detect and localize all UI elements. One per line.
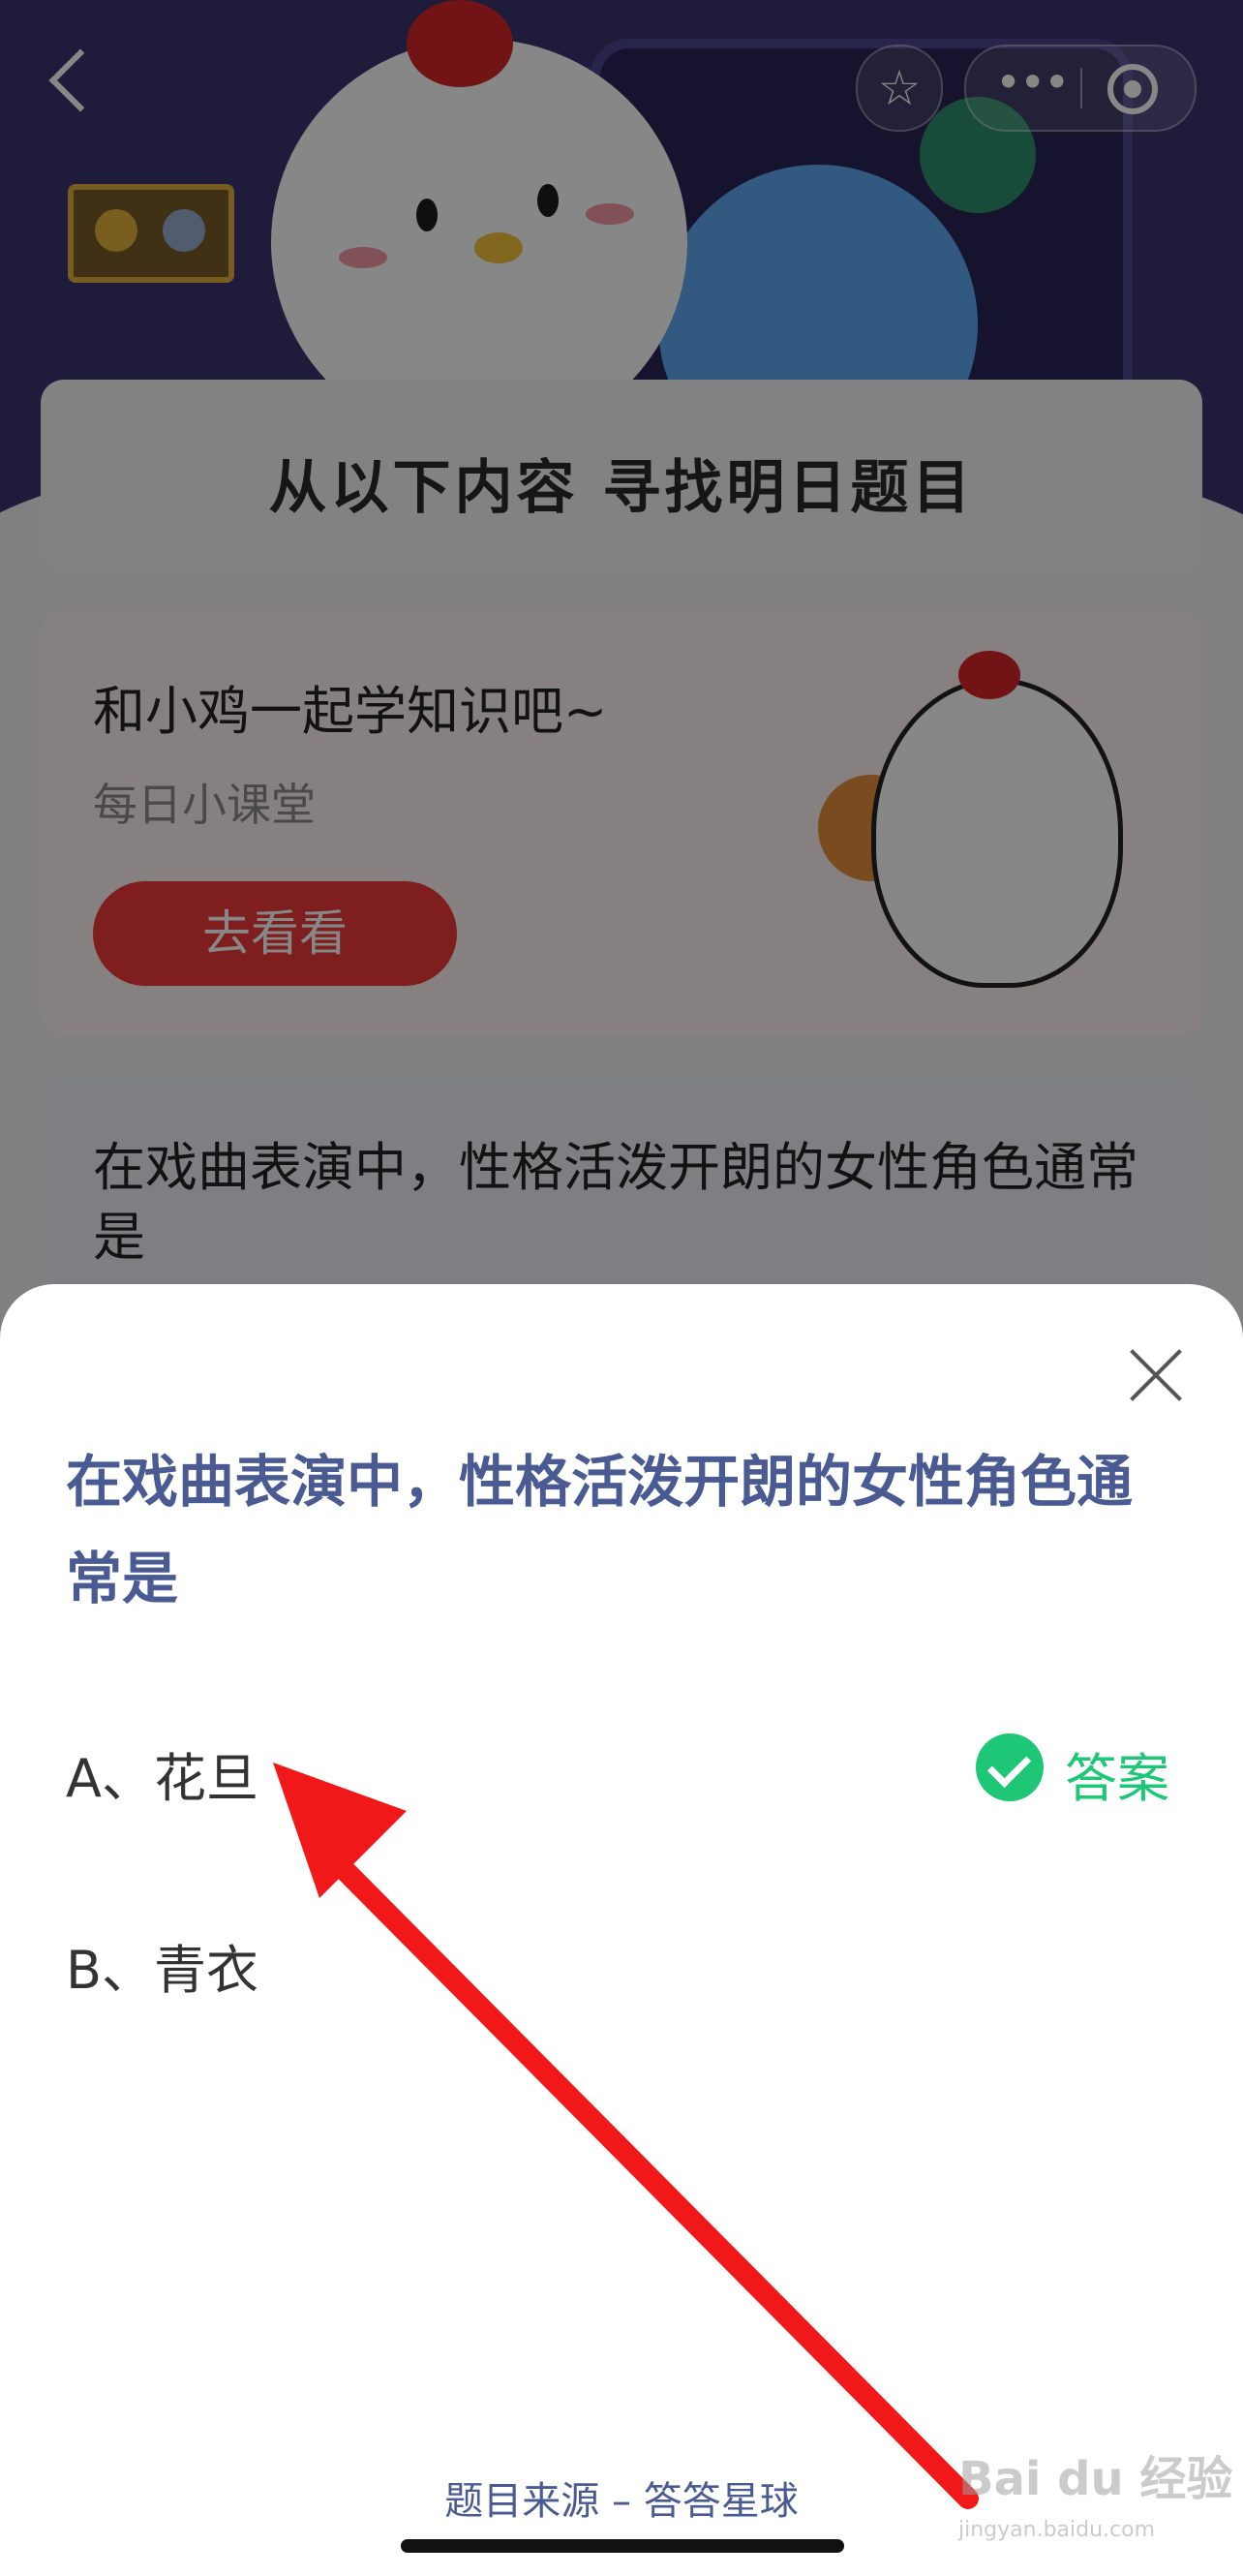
answer-label: 答案 — [1065, 1748, 1169, 1809]
option-a[interactable]: A、花旦 — [66, 1735, 258, 1812]
sheet-question: 在戏曲表演中，性格活泼开朗的女性角色通常是 — [66, 1449, 1134, 1611]
watermark-url: jingyan.baidu.com — [958, 2518, 1156, 2542]
check-icon — [976, 1733, 1044, 1801]
close-icon[interactable] — [1127, 1346, 1185, 1404]
watermark: Bai du 经验 — [958, 2452, 1233, 2506]
home-indicator — [401, 2539, 844, 2553]
option-b[interactable]: B、青衣 — [66, 1927, 258, 2004]
